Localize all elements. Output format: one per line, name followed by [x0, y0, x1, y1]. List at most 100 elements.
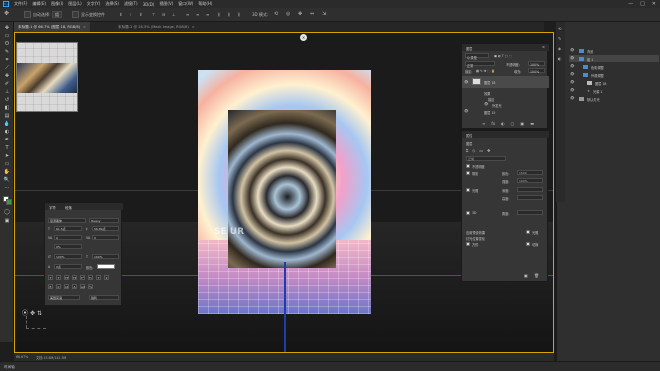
align-bottom-icon[interactable]: ⊥ [172, 12, 175, 17]
rectangle-tool-icon[interactable]: ▭ [3, 161, 11, 167]
footer-checkbox-2[interactable] [466, 242, 470, 246]
deform-tab-icon[interactable]: ◇ [472, 148, 475, 153]
timeline-tab[interactable]: 时间轴 [4, 365, 15, 370]
render-icon[interactable]: ▣ [524, 273, 528, 278]
distribute-middle-icon[interactable]: ≡ [196, 12, 199, 17]
lock-icons[interactable]: ▦ ✎ ✥ ⬚ 🔒 [476, 69, 495, 73]
roll-3d-icon[interactable]: ◎ [286, 11, 290, 17]
quick-select-tool-icon[interactable]: ✎ [3, 49, 11, 55]
eyedropper-tool-icon[interactable]: ⟋ [3, 65, 11, 71]
orbit-3d-icon[interactable]: ⟲ [274, 11, 278, 17]
align-top-icon[interactable]: ⊤ [152, 12, 155, 17]
vertical-scale-field[interactable]: 100% [54, 254, 82, 259]
close-window-button[interactable]: ✕ [652, 1, 656, 7]
distribute-right-icon[interactable]: ⫼ [238, 12, 240, 17]
layer-row[interactable]: 👁 ☀ 光源 1 [569, 87, 659, 94]
brush-tool-icon[interactable]: ✐ [3, 81, 11, 87]
menu-layer[interactable]: 图层(L) [68, 1, 81, 7]
layer-row[interactable]: 👁 外观调整 [569, 71, 659, 78]
superscript-button[interactable]: T¹ [80, 275, 85, 280]
visibility-eye-icon[interactable]: 👁 [570, 80, 574, 84]
layer-row[interactable]: 👁 图层 15 [462, 108, 549, 116]
opacity-field[interactable]: 100% [528, 61, 545, 67]
transform-controls-checkbox[interactable] [72, 11, 79, 18]
add-mask-icon[interactable]: ◐ [501, 121, 505, 126]
option2-checkbox[interactable] [466, 211, 470, 215]
move-tool-icon[interactable]: ✥ [3, 25, 11, 31]
lighting-checkbox[interactable] [466, 188, 470, 192]
drag-3d-icon[interactable]: ✥ [298, 11, 302, 17]
menu-edit[interactable]: 编辑(E) [32, 1, 46, 7]
subscript-button[interactable]: T₁ [88, 275, 93, 280]
menu-filter[interactable]: 滤镜(T) [124, 1, 138, 7]
filter-icons[interactable]: ▣ ◐ T ▢ ⬚ [494, 54, 512, 58]
zoom-tool-icon[interactable]: 🔍 [3, 177, 11, 183]
field1-value[interactable]: 1500 [517, 170, 543, 175]
faux-italic-button[interactable]: T [56, 275, 61, 280]
leading-field[interactable]: 56.89点 [92, 226, 119, 231]
small-caps-button[interactable]: Tt [72, 275, 77, 280]
mesh-tab-icon[interactable]: ⌗ [466, 148, 468, 153]
coordinates-tab-icon[interactable]: ✥ [487, 148, 490, 153]
zoom-level[interactable]: 66.67% [16, 355, 28, 359]
visibility-eye-icon[interactable]: 👁 [570, 48, 574, 52]
brush-settings-icon[interactable]: ✎ [558, 36, 561, 41]
visibility-eye-icon[interactable]: 👁 [570, 96, 574, 100]
visibility-eye-icon[interactable]: 👁 [464, 109, 468, 113]
auto-select-checkbox[interactable] [24, 11, 31, 18]
visibility-eye-icon[interactable]: 👁 [570, 72, 574, 76]
font-family-select[interactable]: 思源黑体 [48, 218, 86, 223]
quick-mask-icon[interactable]: ◯ [3, 209, 11, 215]
background-color-swatch[interactable] [6, 199, 12, 205]
adjustments-icon[interactable]: ◐ [558, 56, 562, 61]
field5-value[interactable] [517, 210, 543, 215]
alternates-button[interactable]: A [72, 284, 77, 289]
fractions-button[interactable]: ½ [88, 284, 93, 289]
pen-tool-icon[interactable]: ✒ [3, 137, 11, 143]
minimize-button[interactable]: — [628, 1, 633, 7]
old-style-button[interactable]: σ [56, 284, 61, 289]
tab-paragraph[interactable]: 段落 [65, 205, 72, 210]
cap-tab-icon[interactable]: ▭ [479, 148, 483, 153]
distribute-left-icon[interactable]: ⫼ [218, 12, 220, 17]
faux-bold-button[interactable]: T [48, 275, 53, 280]
font-style-select[interactable]: Heavy [89, 218, 119, 223]
text-color-swatch[interactable] [97, 264, 115, 269]
menu-view[interactable]: 视图(V) [159, 1, 173, 7]
delete-icon[interactable]: 🗑 [534, 273, 539, 278]
menu-3d[interactable]: 3D(D) [143, 2, 155, 7]
close-tab-icon[interactable]: × [83, 25, 86, 29]
strikethrough-button[interactable]: Ŧ [104, 275, 109, 280]
kerning-field[interactable]: 0 [54, 235, 82, 240]
ordinals-button[interactable]: ad [80, 284, 85, 289]
field4-value[interactable] [517, 195, 543, 200]
type-tool-icon[interactable]: T [3, 145, 11, 151]
history-brush-tool-icon[interactable]: ↺ [3, 97, 11, 103]
layer-row[interactable]: 👁 色彩调整 [569, 63, 659, 70]
layer-row[interactable]: 👁 组 1 [569, 55, 659, 62]
visibility-eye-icon[interactable]: 👁 [570, 64, 574, 68]
crop-tool-icon[interactable]: ⌗ [3, 57, 11, 63]
visibility-eye-icon[interactable]: 👁 [570, 88, 574, 92]
menu-window[interactable]: 窗口(W) [178, 1, 193, 7]
path-select-tool-icon[interactable]: ➤ [3, 153, 11, 159]
option1-checkbox[interactable] [466, 164, 470, 168]
blur-tool-icon[interactable]: 💧 [3, 121, 11, 127]
align-left-icon[interactable]: ⫴ [120, 12, 122, 17]
menu-image[interactable]: 图像(I) [51, 1, 63, 7]
footer-checkbox-1[interactable] [526, 230, 530, 234]
more-tools-icon[interactable]: ⋯ [3, 185, 11, 191]
footer-checkbox-3[interactable] [526, 242, 530, 246]
new-layer-icon[interactable]: ▬ [530, 121, 534, 126]
all-caps-button[interactable]: TT [64, 275, 69, 280]
vertical-scale-percent[interactable]: 0% [54, 244, 82, 249]
tracking-field[interactable]: 0 [92, 235, 119, 240]
menu-file[interactable]: 文件(F) [14, 1, 27, 7]
gradient-tool-icon[interactable]: ▤ [3, 113, 11, 119]
visibility-eye-icon[interactable]: 👁 [484, 102, 488, 106]
fx-icon[interactable]: fx [491, 121, 495, 126]
menu-select[interactable]: 选择(S) [105, 1, 119, 7]
tab-character[interactable]: 字符 [49, 205, 56, 210]
adjustment-layer-icon[interactable]: ▢ [511, 121, 515, 126]
layer-row[interactable]: 👁 默认灯光 [569, 95, 659, 102]
